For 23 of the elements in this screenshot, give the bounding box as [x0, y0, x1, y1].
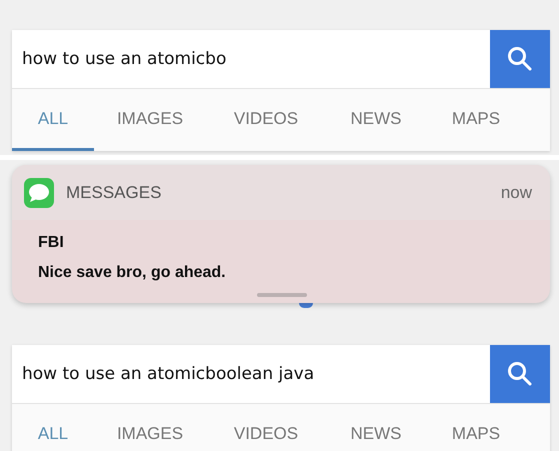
grabber-handle[interactable] [257, 293, 307, 297]
search-tab[interactable]: IMAGES [94, 404, 206, 451]
message-sender: FBI [38, 234, 65, 252]
app-name: MESSAGES [66, 182, 162, 202]
search-tab[interactable]: VIDEOS [206, 404, 326, 451]
search-tab[interactable]: ALL [12, 404, 94, 451]
notification-time: now [500, 182, 532, 202]
search-tab[interactable]: IMAGES [94, 89, 206, 151]
notification-card[interactable]: MESSAGES now FBI Nice save bro, go ahead. [12, 165, 550, 303]
search-tab[interactable]: VIDEOS [206, 89, 326, 151]
search-tab[interactable]: MAPS [426, 89, 526, 151]
search-field[interactable]: how to use an atomicbo [12, 30, 490, 88]
search-tab[interactable]: NEWS [326, 404, 426, 451]
message-text: Nice save bro, go ahead. [38, 264, 227, 282]
search-tab[interactable]: NEWS [326, 89, 426, 151]
search-tab[interactable]: MAPS [426, 404, 526, 451]
search-icon [507, 46, 533, 72]
search-icon [507, 361, 533, 387]
messages-app-icon [24, 178, 54, 208]
search-tab[interactable]: ALL [12, 89, 94, 151]
search-button[interactable] [490, 345, 550, 403]
search-button[interactable] [490, 30, 550, 88]
search-field[interactable]: how to use an atomicboolean java [12, 345, 490, 403]
